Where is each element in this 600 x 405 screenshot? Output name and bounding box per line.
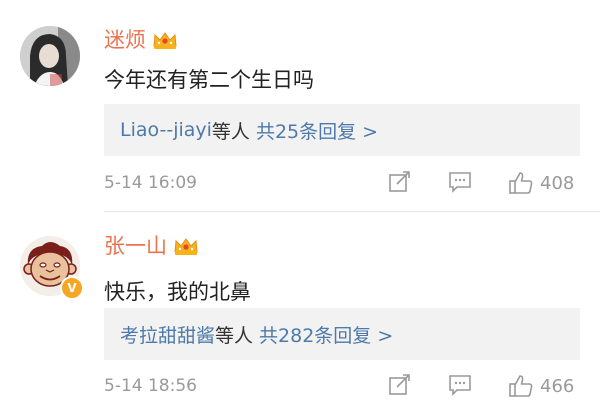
- reply-count[interactable]: 共282条回复 >: [259, 321, 393, 348]
- avatar[interactable]: [20, 26, 80, 86]
- comment-text: 今年还有第二个生日吗: [104, 68, 314, 92]
- comment-icon: [449, 172, 471, 193]
- like-count: 466: [540, 375, 575, 397]
- like-button[interactable]: 466: [508, 373, 574, 399]
- reply-users-suffix: 等人: [215, 324, 254, 347]
- comment-icon: [449, 375, 471, 396]
- replies-link[interactable]: 考拉甜甜酱 等人 共282条回复 >: [104, 308, 580, 360]
- reply-users[interactable]: 考拉甜甜酱: [120, 321, 215, 348]
- comment-button[interactable]: [448, 373, 472, 397]
- edit-icon: [389, 171, 410, 192]
- user-avatar-icon: [20, 26, 80, 86]
- repost-button[interactable]: [388, 373, 412, 397]
- comment-text: 快乐，我的北鼻: [104, 280, 251, 304]
- reply-users-suffix: 等人: [211, 120, 250, 143]
- comment-item: 迷烦 今年还有第二个生日吗 Liao--jiayi 等人 共25条回复 > 5-…: [0, 0, 600, 212]
- thumbs-up-icon: [509, 172, 533, 194]
- crown-icon: [153, 32, 177, 49]
- like-button[interactable]: 408: [508, 170, 574, 196]
- crown-icon: [174, 238, 198, 255]
- timestamp: 5-14 18:56: [104, 376, 197, 396]
- reply-users[interactable]: Liao--jiayi: [120, 119, 212, 141]
- timestamp: 5-14 16:09: [104, 173, 197, 193]
- username[interactable]: 迷烦: [104, 26, 146, 54]
- username[interactable]: 张一山: [104, 232, 167, 260]
- comment-button[interactable]: [448, 170, 472, 194]
- verified-badge: V: [60, 276, 84, 300]
- edit-icon: [389, 374, 410, 395]
- repost-button[interactable]: [388, 170, 412, 194]
- comment-item: V 张一山 快乐，我的北鼻 考拉甜甜酱 等人 共282条回复 > 5-14 18…: [0, 212, 600, 405]
- replies-link[interactable]: Liao--jiayi 等人 共25条回复 >: [104, 104, 580, 156]
- thumbs-up-icon: [509, 375, 533, 397]
- avatar[interactable]: V: [20, 236, 84, 300]
- like-count: 408: [540, 172, 575, 194]
- reply-count[interactable]: 共25条回复 >: [256, 117, 378, 144]
